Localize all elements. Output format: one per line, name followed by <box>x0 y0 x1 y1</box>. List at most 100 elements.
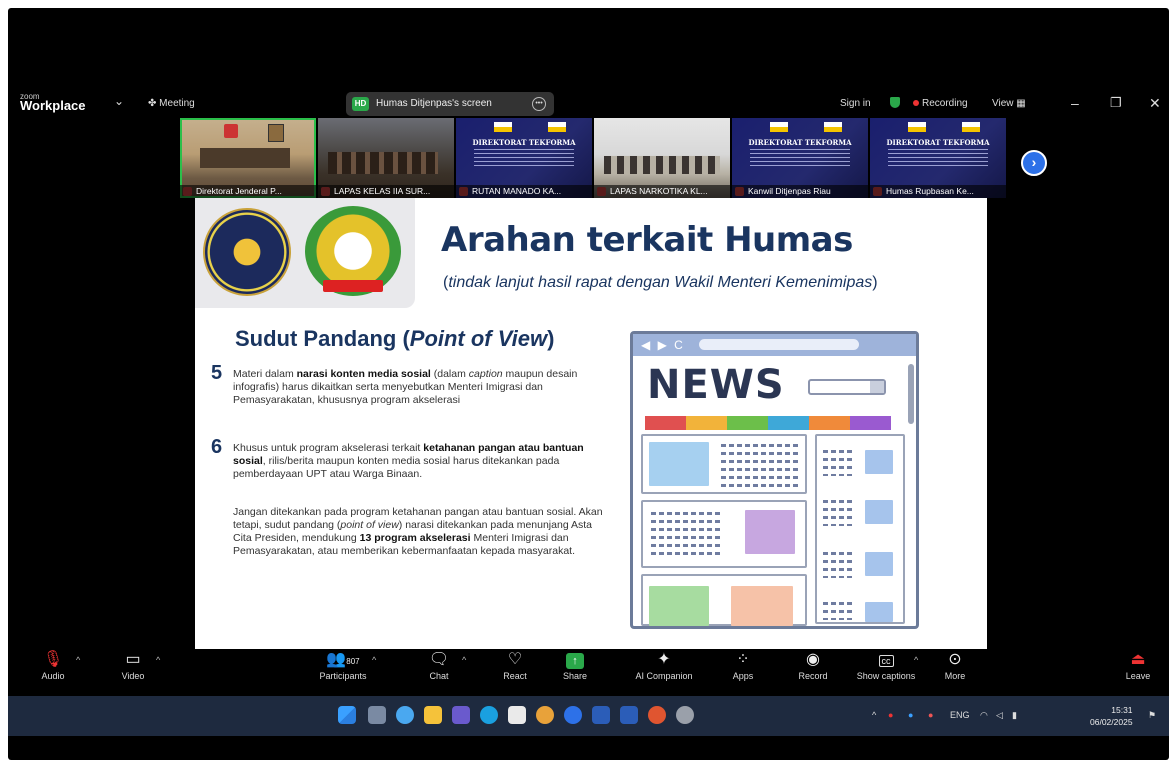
news-card <box>641 574 807 626</box>
file-explorer-icon[interactable] <box>424 706 442 724</box>
participant-thumbnail[interactable]: DIREKTORAT TEKFORMA Humas Rupbasan Ke... <box>870 118 1006 198</box>
banner-title: DIREKTORAT TEKFORMA <box>886 138 990 147</box>
sign-in-link[interactable]: Sign in <box>840 98 871 109</box>
participant-thumbnail[interactable]: LAPAS NARKOTIKA KL... <box>594 118 730 198</box>
react-label: React <box>503 671 527 681</box>
text-bold: narasi konten media sosial <box>296 368 431 380</box>
battery-icon[interactable]: ▮ <box>1012 710 1017 721</box>
banner-subtext <box>750 149 850 167</box>
video-caret-icon[interactable]: ^ <box>156 655 160 665</box>
subtitle-text: tindak lanjut hasil rapat dengan Wakil M… <box>448 274 873 291</box>
share-screen-icon: ↑ <box>540 649 610 671</box>
image-placeholder <box>649 586 709 626</box>
word-icon[interactable] <box>620 706 638 724</box>
next-page-chevron-icon[interactable]: › <box>1021 150 1047 176</box>
participant-thumbnail[interactable]: Direktorat Jenderal P... <box>180 118 316 198</box>
participants-caret-icon[interactable]: ^ <box>372 655 376 665</box>
restore-icon[interactable]: ❐ <box>1110 95 1122 111</box>
news-illustration: ◀ ▶ C NEWS <box>630 331 919 629</box>
zoom-logo-text: Workplace <box>20 98 86 113</box>
screen-share-indicator[interactable]: HD Humas Ditjenpas's screen ••• <box>346 92 554 116</box>
section-title-close: ) <box>547 326 555 351</box>
view-label: View <box>992 98 1014 109</box>
search-box-shape <box>808 379 886 395</box>
apps-label: Apps <box>732 671 754 681</box>
language-indicator[interactable]: ENG <box>950 710 970 720</box>
slide-subtitle: (tindak lanjut hasil rapat dengan Wakil … <box>443 274 878 292</box>
volume-icon[interactable]: ◁ <box>996 710 1003 721</box>
windows-taskbar: ^ ● ● ● ENG ◠ ◁ ▮ 15:31 06/02/2025 ⚑ <box>8 696 1169 736</box>
scrollbar-shape <box>908 364 914 424</box>
image-placeholder <box>865 450 893 474</box>
text-run: , rilis/berita maupun konten media sosia… <box>233 455 560 480</box>
ai-companion-button[interactable]: ✦ AI Companion <box>622 649 706 681</box>
vpn-shield-icon[interactable] <box>592 706 610 724</box>
banner-flag-icon <box>908 122 926 132</box>
teams-icon[interactable] <box>452 706 470 724</box>
audio-caret-icon[interactable]: ^ <box>76 655 80 665</box>
security-shield-icon[interactable] <box>890 97 900 108</box>
leave-button[interactable]: ⏏ Leave <box>1115 649 1161 681</box>
minimize-icon[interactable]: – <box>1071 95 1079 111</box>
video-label: Video <box>121 671 145 681</box>
text-run: Khusus untuk program akselerasi terkait <box>233 442 424 454</box>
tray-app-icon[interactable]: ● <box>908 710 913 720</box>
notification-bell-icon[interactable]: ⚑ <box>1148 710 1156 721</box>
chat-button[interactable]: 🗨 Chat ^ <box>404 649 474 681</box>
windows-start-icon[interactable] <box>338 706 356 724</box>
leave-label: Leave <box>1125 671 1151 681</box>
tray-chevron-icon[interactable]: ^ <box>872 710 876 720</box>
store-icon[interactable] <box>508 706 526 724</box>
flag-icon <box>224 124 238 138</box>
settings-gear-icon[interactable] <box>676 706 694 724</box>
thumbnail-label: LAPAS NARKOTIKA KL... <box>594 185 730 198</box>
chat-caret-icon[interactable]: ^ <box>462 655 466 665</box>
more-label: More <box>944 671 966 681</box>
participant-thumbnail[interactable]: DIREKTORAT TEKFORMA RUTAN MANADO KA... <box>456 118 592 198</box>
audio-button[interactable]: 🎙 Audio ^ <box>18 649 88 681</box>
text-run: (dalam <box>430 368 469 380</box>
show-captions-button[interactable]: cc Show captions ^ <box>844 649 928 681</box>
paren-close: ) <box>872 274 878 291</box>
captions-caret-icon[interactable]: ^ <box>914 655 918 665</box>
more-button[interactable]: ⊙ More <box>920 649 990 681</box>
item-number: 6 <box>211 436 223 458</box>
recording-indicator[interactable]: Recording <box>913 98 968 109</box>
tray-app-icon[interactable]: ● <box>888 710 893 720</box>
participant-thumbnail[interactable]: LAPAS KELAS IIA SUR... <box>318 118 454 198</box>
apps-icon: ⁘ <box>736 651 750 668</box>
meeting-menu[interactable]: ✤ Meeting <box>148 98 195 109</box>
record-button[interactable]: ◉ Record <box>778 649 848 681</box>
close-icon[interactable]: ✕ <box>1149 95 1161 112</box>
search-icon[interactable] <box>368 706 386 724</box>
grid-icon: ▦ <box>1016 98 1026 109</box>
zoom-app-icon[interactable] <box>564 706 582 724</box>
image-placeholder <box>865 552 893 576</box>
pemasyarakatan-emblem-logo <box>305 206 401 296</box>
tray-app-icon[interactable]: ● <box>928 710 933 720</box>
participants-button[interactable]: 👥807 Participants ^ <box>308 649 378 681</box>
share-options-icon[interactable]: ••• <box>532 97 546 111</box>
apps-button[interactable]: ⁘ Apps <box>708 649 778 681</box>
shared-slide: Arahan terkait Humas (tindak lanjut hasi… <box>195 198 987 649</box>
widgets-icon[interactable] <box>396 706 414 724</box>
participant-thumbnail[interactable]: DIREKTORAT TEKFORMA Kanwil Ditjenpas Ria… <box>732 118 868 198</box>
item-6-text: Khusus untuk program akselerasi terkait … <box>233 442 603 481</box>
slide-title: Arahan terkait Humas <box>441 220 853 260</box>
desk-shape <box>200 148 290 168</box>
wifi-icon[interactable]: ◠ <box>980 710 988 721</box>
share-button[interactable]: ↑ Share <box>540 649 610 681</box>
taskbar-clock[interactable]: 15:31 06/02/2025 <box>1090 704 1133 728</box>
thumbnail-label: LAPAS KELAS IIA SUR... <box>318 185 454 198</box>
text-run: Materi dalam <box>233 368 297 380</box>
chrome-icon[interactable] <box>536 706 554 724</box>
workplace-menu-chevron-icon[interactable]: ⌄ <box>114 94 124 108</box>
browser-nav-icons: ◀ ▶ C <box>641 338 685 352</box>
share-label: Humas Ditjenpas's screen <box>376 98 492 109</box>
image-placeholder <box>649 442 709 486</box>
edge-icon[interactable] <box>480 706 498 724</box>
powerpoint-icon[interactable] <box>648 706 666 724</box>
meeting-icon: ✤ <box>148 98 160 109</box>
view-menu[interactable]: View ▦ <box>992 98 1026 109</box>
video-button[interactable]: ▭ Video ^ <box>98 649 168 681</box>
